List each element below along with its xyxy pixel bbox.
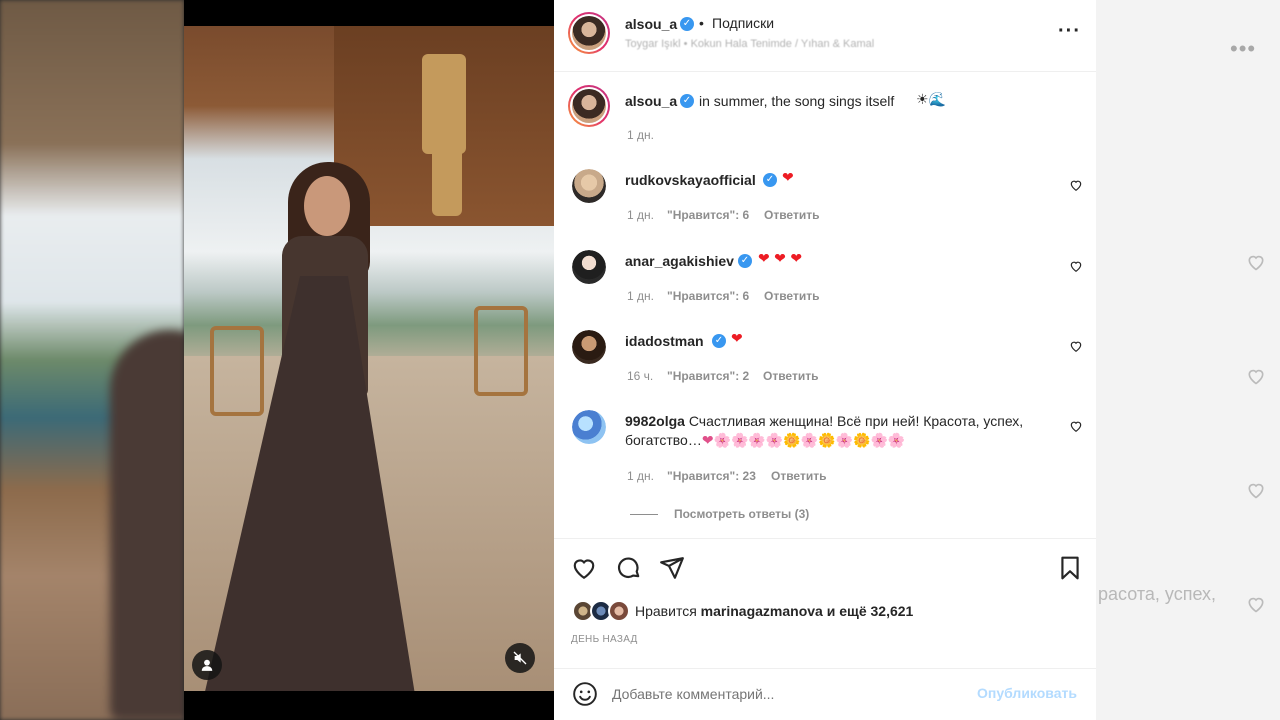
likes-count[interactable]: и ещё 32,621 xyxy=(827,603,914,619)
like-comment-heart-icon[interactable] xyxy=(1069,419,1083,433)
share-direct-icon[interactable] xyxy=(659,555,685,581)
speaker-muted-icon xyxy=(513,651,527,665)
verified-icon: ✓ xyxy=(738,254,752,268)
comment-bubble-icon[interactable] xyxy=(616,555,642,581)
post-panel: alsou_a ✓ • Подписки Toygar Işıkl • Koku… xyxy=(554,0,1096,720)
comment-text-continued: богатство…❤🌸🌸🌸🌸🌼🌸🌼🌸🌼🌸🌸 xyxy=(625,432,905,449)
verified-icon: ✓ xyxy=(763,173,777,187)
ghost-more-icon: ••• xyxy=(1230,36,1257,61)
post-header: alsou_a ✓ • Подписки Toygar Işıkl • Koku… xyxy=(554,0,1096,72)
ghost-heart-icon xyxy=(1248,369,1264,385)
audio-location[interactable]: Toygar Işıkl • Kokun Hala Tenimde / Yıha… xyxy=(625,38,874,50)
comment-username[interactable]: 9982olga xyxy=(625,413,685,429)
like-comment-heart-icon[interactable] xyxy=(1069,339,1083,353)
comment-username-inline: 9982olga Счастливая женщина! Всё при ней… xyxy=(625,413,1023,429)
comment-time: 1 дн. xyxy=(627,469,654,483)
comment-text: ❤ xyxy=(782,170,794,186)
comment-likes[interactable]: "Нравится": 6 xyxy=(667,289,749,303)
comment-avatar[interactable] xyxy=(572,169,606,203)
comment-reply-button[interactable]: Ответить xyxy=(763,369,818,383)
author-username[interactable]: alsou_a xyxy=(625,16,677,32)
comment-likes[interactable]: "Нравится": 6 xyxy=(667,208,749,222)
ghost-heart-icon xyxy=(1248,255,1264,271)
comment-reply-button[interactable]: Ответить xyxy=(771,469,826,483)
view-replies-button[interactable]: Посмотреть ответы (3) xyxy=(674,507,809,521)
chair xyxy=(210,326,264,416)
like-comment-heart-icon[interactable] xyxy=(1069,259,1083,273)
author-avatar[interactable] xyxy=(568,12,610,54)
comment-text: Счастливая женщина! Всё при ней! Красота… xyxy=(688,413,1024,429)
header-separator: • xyxy=(699,15,704,31)
comment-bar: Опубликовать xyxy=(554,668,1096,720)
like-heart-icon[interactable] xyxy=(571,555,597,581)
post-video[interactable] xyxy=(184,26,554,691)
verified-icon: ✓ xyxy=(712,334,726,348)
comment-username[interactable]: idadostman xyxy=(625,333,704,349)
blurred-background-left xyxy=(0,0,184,720)
comment-username[interactable]: anar_agakishiev xyxy=(625,253,734,269)
caption-author-avatar[interactable] xyxy=(568,85,610,127)
comment-text-line2: богатство… xyxy=(625,432,702,448)
like-comment-heart-icon[interactable] xyxy=(1069,178,1083,192)
emoji-smile-icon[interactable] xyxy=(572,681,598,707)
verified-icon: ✓ xyxy=(680,17,694,31)
comment-likes[interactable]: "Нравится": 2 xyxy=(667,369,749,383)
caption-time: 1 дн. xyxy=(627,128,654,142)
publish-button[interactable]: Опубликовать xyxy=(977,685,1077,701)
follow-status-button[interactable]: Подписки xyxy=(712,15,774,31)
liker-avatar[interactable] xyxy=(608,600,630,622)
lamp xyxy=(432,136,462,216)
comment-input[interactable] xyxy=(612,683,952,705)
comment-avatar[interactable] xyxy=(572,250,606,284)
comment-reply-button[interactable]: Ответить xyxy=(764,208,819,222)
comment-username[interactable]: rudkovskayaofficial xyxy=(625,172,756,188)
comment-reply-button[interactable]: Ответить xyxy=(764,289,819,303)
more-options-icon[interactable]: ··· xyxy=(1058,20,1081,43)
person-head xyxy=(304,176,350,236)
chair xyxy=(474,306,528,396)
comment-likes[interactable]: "Нравится": 23 xyxy=(667,469,756,483)
user-icon xyxy=(201,659,213,671)
comment-text: ❤ xyxy=(731,331,743,347)
ghost-heart-icon xyxy=(1248,597,1264,613)
caption-author-username[interactable]: alsou_a xyxy=(625,93,677,109)
comment-avatar[interactable] xyxy=(572,410,606,444)
replies-line xyxy=(630,514,658,515)
comment-time: 16 ч. xyxy=(627,369,654,383)
post-actions: Нравится marinagazmanova и ещё 32,621 ДЕ… xyxy=(554,538,1096,660)
blurred-figure xyxy=(110,330,184,720)
ghost-comment-text: расота, успех, xyxy=(1098,584,1217,604)
caption-emoji: ☀🌊 xyxy=(916,92,946,108)
comment-time: 1 дн. xyxy=(627,208,654,222)
ghost-heart-icon xyxy=(1248,483,1264,499)
verified-icon: ✓ xyxy=(680,94,694,108)
liker-username[interactable]: marinagazmanova xyxy=(701,603,823,619)
blurred-background-right: ••• расота, успех, xyxy=(1096,0,1280,720)
tagged-user-button[interactable] xyxy=(192,650,222,680)
post-date: ДЕНЬ НАЗАД xyxy=(571,634,638,645)
comment-time: 1 дн. xyxy=(627,289,654,303)
likes-prefix: Нравится xyxy=(635,603,697,619)
comment-text: ❤ ❤ ❤ xyxy=(758,251,803,267)
mute-button[interactable] xyxy=(505,643,535,673)
likes-summary: Нравится marinagazmanova и ещё 32,621 xyxy=(635,603,913,619)
bookmark-icon[interactable] xyxy=(1057,555,1083,581)
comment-avatar[interactable] xyxy=(572,330,606,364)
comment-emoji: ❤🌸🌸🌸🌸🌼🌸🌼🌸🌼🌸🌸 xyxy=(701,433,906,449)
caption-text: in summer, the song sings itself xyxy=(699,93,895,109)
